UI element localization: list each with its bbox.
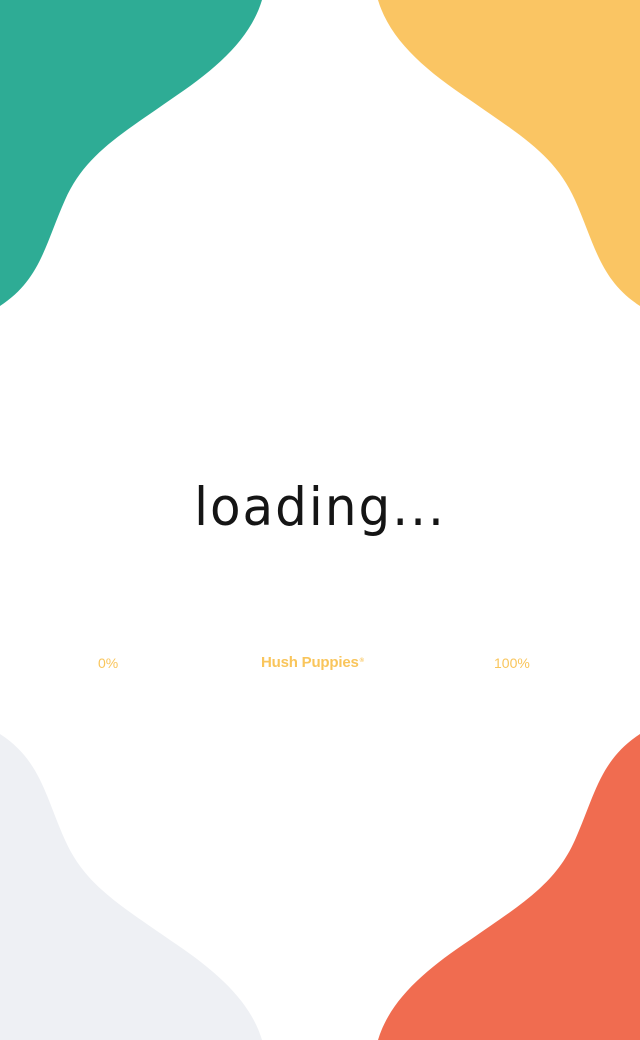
progress-end-label: 100% <box>494 655 530 671</box>
progress-row: 0% Hush Puppies® 100% <box>0 654 640 674</box>
brand-logo-text: Hush Puppies® <box>261 654 364 672</box>
blob-bottom-right-shape <box>378 734 640 1040</box>
blob-top-right-shape <box>378 0 640 306</box>
decorative-blob-top-left <box>0 0 270 310</box>
decorative-blob-top-right <box>370 0 640 310</box>
brand-name: Hush Puppies <box>261 654 359 671</box>
decorative-blob-bottom-right <box>370 730 640 1040</box>
registered-mark: ® <box>359 658 364 664</box>
loading-text: loading... <box>194 476 446 538</box>
blob-top-left-shape <box>0 0 262 306</box>
blob-bottom-left-shape <box>0 734 262 1040</box>
progress-start-label: 0% <box>98 655 119 671</box>
decorative-blob-bottom-left <box>0 730 270 1040</box>
